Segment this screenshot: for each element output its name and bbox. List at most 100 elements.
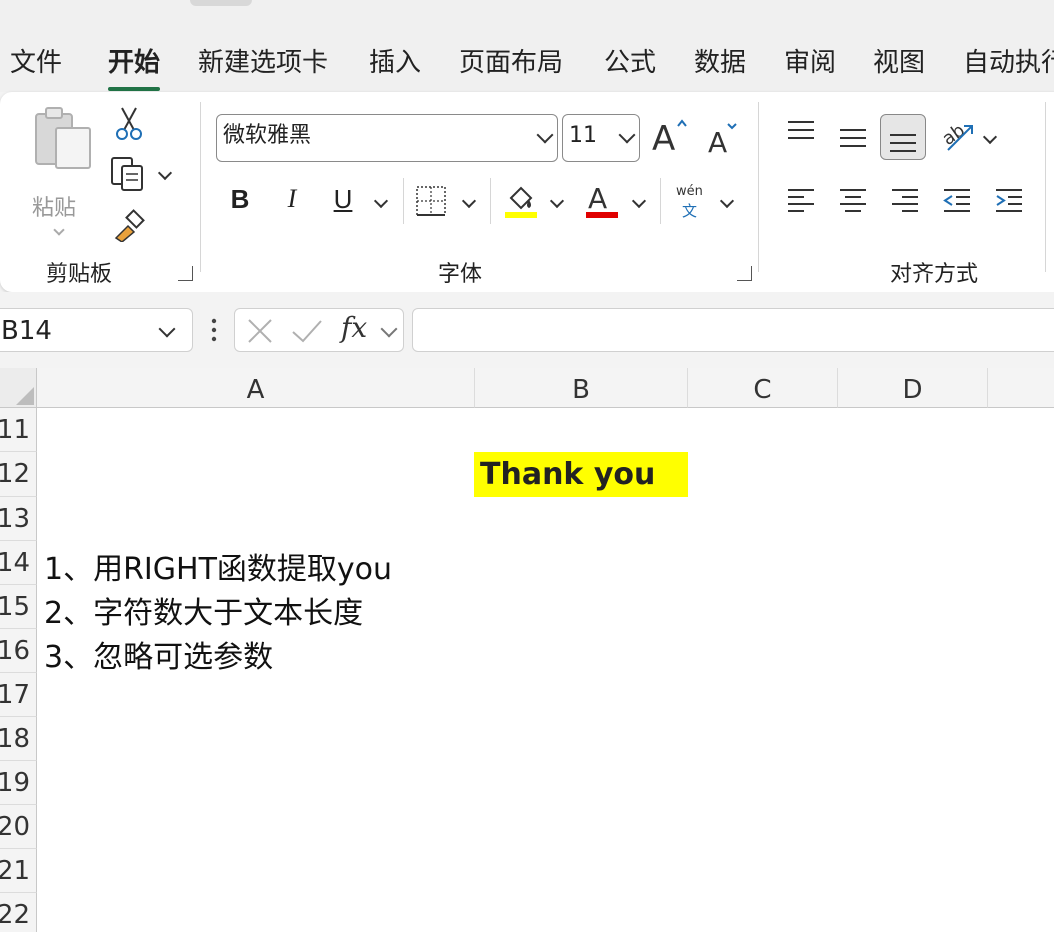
insert-function-button[interactable]: fx (341, 311, 367, 344)
decrease-font-size-button[interactable]: A (708, 118, 744, 159)
toolbar-separator (660, 178, 661, 224)
chevron-down-icon[interactable] (53, 224, 65, 236)
italic-button[interactable]: I (274, 184, 310, 214)
orientation-icon[interactable]: ab (940, 118, 976, 154)
decrease-indent-icon[interactable] (942, 186, 972, 216)
tab-review[interactable]: 审阅 (784, 42, 836, 79)
tab-home[interactable]: 开始 (108, 42, 161, 91)
name-box[interactable]: B14 (0, 308, 193, 352)
increase-indent-icon[interactable] (994, 186, 1024, 216)
row-header-19[interactable]: 19 (0, 761, 37, 805)
row-header-17[interactable]: 17 (0, 673, 37, 717)
row-header-22[interactable]: 22 (0, 893, 37, 932)
formula-bar: B14 fx (0, 292, 1054, 368)
tab-formulas[interactable]: 公式 (604, 42, 656, 79)
cancel-icon[interactable] (247, 318, 273, 344)
copy-icon[interactable] (110, 156, 146, 192)
phonetic-dropdown-chevron-icon[interactable] (719, 193, 735, 209)
tab-file[interactable]: 文件 (10, 42, 62, 79)
font-size-combo[interactable]: 11 (562, 114, 640, 162)
column-header-d[interactable]: D (838, 368, 988, 408)
font-dialog-launcher-icon[interactable] (737, 266, 752, 281)
chevron-down-icon[interactable] (380, 320, 398, 338)
toolbar-separator (490, 178, 491, 224)
worksheet-grid[interactable]: A B C D 11 12 13 14 15 16 17 18 19 20 21… (0, 368, 1054, 932)
increase-font-size-button[interactable]: A (652, 112, 692, 159)
chevron-down-icon[interactable] (158, 320, 176, 338)
cell-b12[interactable]: Thank you (474, 452, 688, 497)
svg-text:A: A (588, 182, 607, 215)
row-header-15[interactable]: 15 (0, 585, 37, 629)
column-header-e[interactable] (988, 368, 1054, 408)
title-bar-handle (190, 0, 252, 6)
font-name-value: 微软雅黑 (223, 123, 312, 148)
cut-icon[interactable] (114, 106, 144, 142)
svg-text:A: A (708, 126, 727, 158)
paste-button[interactable]: 粘贴 (28, 106, 94, 236)
column-header-b[interactable]: B (475, 368, 688, 408)
group-separator (1045, 102, 1046, 272)
toolbar-separator (403, 178, 404, 224)
orientation-dropdown-chevron-icon[interactable] (982, 129, 998, 145)
tab-data[interactable]: 数据 (694, 42, 746, 79)
cell-a16[interactable]: 3、忽略可选参数 (44, 632, 273, 676)
row-header-11[interactable]: 11 (0, 408, 37, 452)
phonetic-bottom-text: 文 (682, 202, 698, 220)
format-painter-icon[interactable] (112, 208, 146, 242)
font-color-icon[interactable]: A (584, 182, 620, 218)
fill-color-dropdown-chevron-icon[interactable] (549, 193, 565, 209)
tab-insert[interactable]: 插入 (369, 42, 421, 79)
tab-automate[interactable]: 自动执行 (963, 42, 1054, 79)
formula-actions: fx (234, 308, 404, 352)
align-bottom-icon (890, 134, 916, 152)
cell-a14[interactable]: 1、用RIGHT函数提取you (44, 544, 392, 588)
phonetic-top-text: wén (676, 184, 703, 199)
formula-input[interactable] (412, 308, 1054, 352)
fill-color-icon[interactable] (503, 182, 539, 218)
align-middle-icon[interactable] (838, 124, 868, 154)
ribbon: 粘贴 剪贴板 微软雅黑 11 A A B I U A wén 文 字体 ab 对… (0, 92, 1054, 292)
enter-check-icon[interactable] (291, 318, 323, 344)
phonetic-guide-button[interactable]: wén 文 (674, 184, 708, 220)
font-size-value: 11 (569, 123, 597, 148)
alignment-group-label: 对齐方式 (890, 262, 979, 287)
font-name-combo[interactable]: 微软雅黑 (216, 114, 558, 162)
column-header-a[interactable]: A (37, 368, 475, 408)
align-center-icon[interactable] (838, 186, 868, 216)
clipboard-group-label: 剪贴板 (46, 262, 113, 287)
name-box-value: B14 (1, 316, 52, 346)
chevron-down-icon (536, 126, 554, 144)
chevron-down-icon (618, 126, 636, 144)
borders-icon[interactable] (415, 185, 447, 217)
font-color-dropdown-chevron-icon[interactable] (631, 193, 647, 209)
bold-button[interactable]: B (222, 184, 258, 215)
more-options-icon[interactable] (210, 318, 218, 344)
underline-dropdown-chevron-icon[interactable] (373, 193, 389, 209)
copy-dropdown-chevron-icon[interactable] (157, 165, 173, 181)
row-header-20[interactable]: 20 (0, 805, 37, 849)
row-header-16[interactable]: 16 (0, 629, 37, 673)
paste-label: 粘贴 (32, 196, 77, 221)
align-right-icon[interactable] (890, 186, 920, 216)
row-header-21[interactable]: 21 (0, 849, 37, 893)
select-all-corner[interactable] (0, 368, 37, 408)
row-header-18[interactable]: 18 (0, 717, 37, 761)
borders-dropdown-chevron-icon[interactable] (461, 193, 477, 209)
group-separator (758, 102, 759, 272)
tab-new-tab[interactable]: 新建选项卡 (198, 42, 328, 79)
column-header-c[interactable]: C (688, 368, 838, 408)
align-bottom-button[interactable] (880, 114, 926, 160)
underline-button[interactable]: U (325, 184, 361, 215)
cell-a15[interactable]: 2、字符数大于文本长度 (44, 588, 363, 632)
clipboard-dialog-launcher-icon[interactable] (178, 266, 193, 281)
row-header-13[interactable]: 13 (0, 497, 37, 541)
row-header-14[interactable]: 14 (0, 541, 37, 585)
tab-view[interactable]: 视图 (873, 42, 925, 79)
svg-text:A: A (652, 119, 675, 156)
font-group-label: 字体 (438, 262, 483, 287)
align-left-icon[interactable] (786, 186, 816, 216)
tab-page-layout[interactable]: 页面布局 (459, 42, 563, 79)
align-top-icon[interactable] (786, 118, 816, 148)
row-header-12[interactable]: 12 (0, 452, 37, 497)
decrease-font-icon: A (708, 123, 737, 159)
